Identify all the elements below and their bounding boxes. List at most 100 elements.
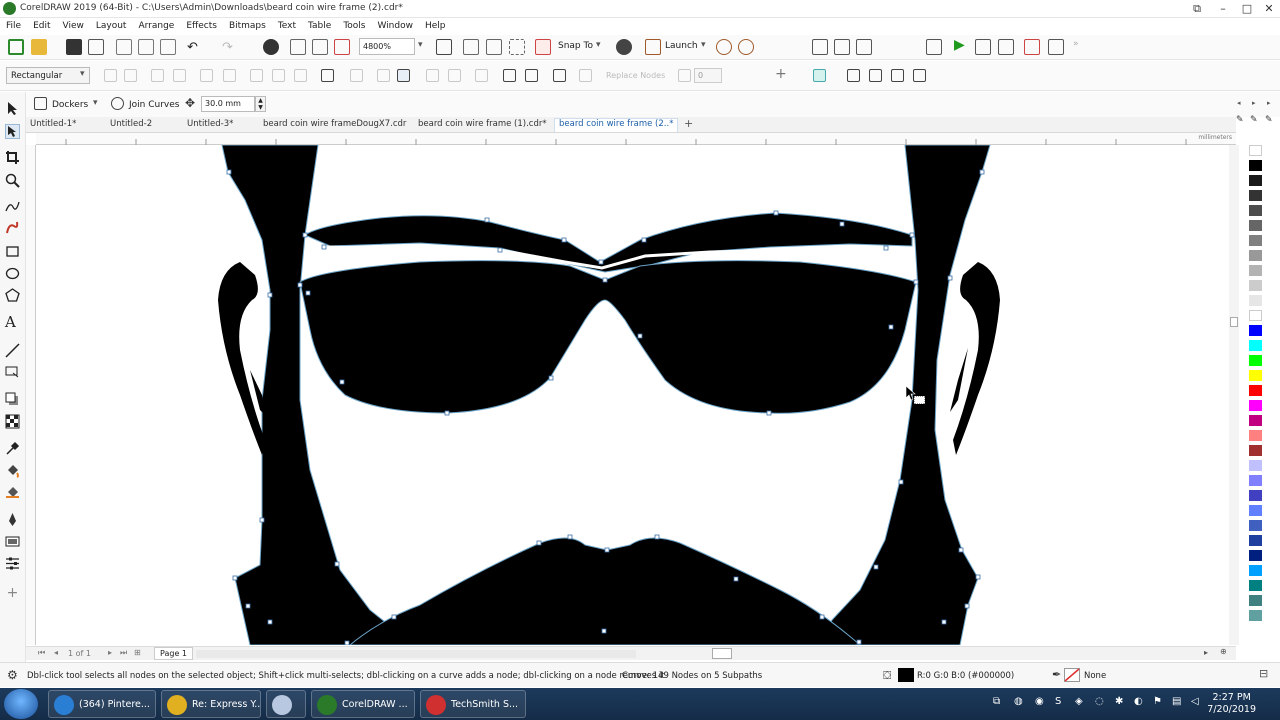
drop-shadow-tool-icon[interactable]	[5, 392, 20, 407]
upload-cloud-icon[interactable]	[716, 39, 732, 55]
dockers-dropdown-icon[interactable]: ▾	[93, 98, 98, 108]
palette-swatch[interactable]	[1249, 415, 1262, 426]
zoom-tool-icon[interactable]	[5, 173, 20, 188]
text-tool-icon[interactable]: A	[5, 315, 20, 330]
record-macro-icon[interactable]	[1024, 39, 1040, 55]
replace-nodes-button[interactable]: Replace Nodes	[606, 71, 665, 80]
palette-swatch[interactable]	[1249, 310, 1262, 321]
properties-icon[interactable]	[5, 556, 20, 571]
show-guidelines-icon[interactable]	[509, 39, 525, 55]
scroll-right-icon-2[interactable]: ▸	[1267, 99, 1271, 107]
node-triangle-icon[interactable]	[869, 69, 882, 82]
stretch-nodes-icon[interactable]	[426, 69, 439, 82]
horizontal-reflect-icon[interactable]	[503, 69, 516, 82]
add-node-icon[interactable]	[104, 69, 117, 82]
polygon-tool-icon[interactable]	[5, 288, 20, 303]
elastic-mode-icon[interactable]	[553, 69, 566, 82]
maximize-button[interactable]: □	[1236, 1, 1258, 16]
page-1-tab[interactable]: Page 1	[154, 647, 193, 660]
show-rulers-icon[interactable]	[463, 39, 479, 55]
pen-icon[interactable]: ✎	[1236, 115, 1244, 125]
align-icon[interactable]	[812, 39, 828, 55]
palette-swatch[interactable]	[1249, 220, 1262, 231]
first-page-icon[interactable]: ⏮	[38, 648, 45, 658]
extract-subpath-icon[interactable]	[377, 69, 390, 82]
launch-icon[interactable]	[645, 39, 661, 55]
transparency-tool-icon[interactable]	[5, 414, 20, 429]
menu-window[interactable]: Window	[371, 18, 419, 31]
menu-edit[interactable]: Edit	[27, 18, 56, 31]
dockers-button[interactable]: Dockers	[52, 100, 88, 110]
expand-icon[interactable]: ⊟	[1259, 667, 1268, 680]
new-document-icon[interactable]	[8, 39, 24, 55]
node-grid-icon[interactable]	[847, 69, 860, 82]
symmetrical-node-icon[interactable]	[294, 69, 307, 82]
palette-swatch[interactable]	[1249, 475, 1262, 486]
tab-untitled-1[interactable]: Untitled-1*	[30, 119, 76, 129]
vertical-ruler[interactable]	[26, 145, 36, 645]
menu-table[interactable]: Table	[302, 18, 337, 31]
to-line-icon[interactable]	[200, 69, 213, 82]
zoom-dropdown-icon[interactable]: ▾	[418, 40, 423, 50]
transform-icon[interactable]	[856, 39, 872, 55]
wireframe-icon[interactable]	[813, 69, 826, 82]
import-icon[interactable]	[290, 39, 306, 55]
zoom-level-field[interactable]: 4800%	[359, 38, 415, 55]
palette-swatch[interactable]	[1249, 235, 1262, 246]
bluetooth-icon[interactable]: ✱	[1115, 696, 1123, 707]
snap-to-icon[interactable]	[535, 39, 551, 55]
curve-smoothness-field[interactable]: 0	[694, 68, 722, 83]
taskbar-item[interactable]: Re: Express Y...	[161, 690, 261, 718]
print-icon[interactable]	[88, 39, 104, 55]
tab-beard-coin-2-active[interactable]: beard coin wire frame (2..*	[554, 118, 679, 132]
palette-swatch[interactable]	[1249, 205, 1262, 216]
palette-swatch[interactable]	[1249, 490, 1262, 501]
pen-icon-2[interactable]: ✎	[1250, 115, 1258, 125]
node-shield-icon[interactable]	[891, 69, 904, 82]
reduce-nodes-icon[interactable]	[678, 69, 691, 82]
system-clock[interactable]: 2:27 PM 7/20/2019	[1207, 692, 1256, 716]
fill-bucket-icon[interactable]: ⛋	[883, 669, 891, 683]
palette-swatch[interactable]	[1249, 505, 1262, 516]
no-outline-swatch[interactable]	[1064, 668, 1080, 682]
palette-swatch[interactable]	[1249, 580, 1262, 591]
palette-swatch[interactable]	[1249, 175, 1262, 186]
outline-pen-icon[interactable]: ✒	[1052, 668, 1061, 681]
close-curve-icon[interactable]	[397, 69, 410, 82]
palette-swatch[interactable]	[1249, 280, 1262, 291]
interactive-fill-tool-icon[interactable]	[5, 463, 20, 478]
palette-swatch[interactable]	[1249, 610, 1262, 621]
menu-layout[interactable]: Layout	[90, 18, 133, 31]
menu-bitmaps[interactable]: Bitmaps	[223, 18, 272, 31]
add-page-icon[interactable]: ⊞	[134, 648, 141, 657]
menu-tools[interactable]: Tools	[337, 18, 371, 31]
freehand-tool-icon[interactable]	[5, 199, 20, 214]
taskbar-item[interactable]	[266, 690, 306, 718]
flag-icon[interactable]: ⚑	[1153, 696, 1162, 707]
launch-button[interactable]: Launch	[665, 41, 698, 51]
restore-panel-button[interactable]: ⧉	[1186, 1, 1208, 16]
close-button[interactable]: ✕	[1258, 1, 1280, 16]
fill-color-swatch[interactable]	[898, 668, 914, 682]
menu-arrange[interactable]: Arrange	[132, 18, 180, 31]
menu-effects[interactable]: Effects	[180, 18, 223, 31]
rectangle-tool-icon[interactable]	[5, 244, 20, 259]
align-nodes-icon[interactable]	[475, 69, 488, 82]
new-tab-plus-icon[interactable]: +	[684, 117, 693, 130]
pick-tool-icon[interactable]	[5, 101, 20, 116]
paste-icon[interactable]	[160, 39, 176, 55]
tray-icon-4[interactable]: S	[1055, 696, 1061, 707]
scroll-right-icon[interactable]: ▸	[1252, 99, 1256, 107]
palette-swatch[interactable]	[1249, 445, 1262, 456]
tab-untitled-2[interactable]: Untitled-2	[110, 119, 152, 129]
join-nodes-icon[interactable]	[151, 69, 164, 82]
palette-swatch[interactable]	[1249, 340, 1262, 351]
full-screen-icon[interactable]	[436, 39, 452, 55]
dockers-icon[interactable]	[34, 97, 47, 110]
crop-tool-icon[interactable]	[5, 150, 20, 165]
export-icon[interactable]	[312, 39, 328, 55]
snap-to-button[interactable]: Snap To	[558, 41, 593, 51]
start-button[interactable]	[4, 689, 38, 719]
node-frame-icon[interactable]	[913, 69, 926, 82]
show-grid-icon[interactable]	[486, 39, 502, 55]
